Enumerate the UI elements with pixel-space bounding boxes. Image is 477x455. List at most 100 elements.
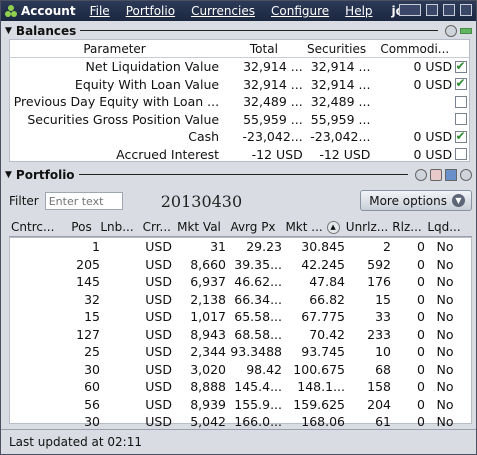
table-row[interactable]: 25 USD 2,344 93.3488 93.745 10 0 No bbox=[10, 343, 471, 361]
checkbox[interactable] bbox=[454, 95, 467, 108]
cell-liquidate: No bbox=[436, 414, 454, 430]
portfolio-header[interactable]: ▼ Portfolio bbox=[5, 166, 472, 183]
cell-securities: -23,042... bbox=[310, 129, 371, 145]
filter-input[interactable] bbox=[44, 192, 123, 210]
filter-row: Filter 20130430 More options ▼ bbox=[9, 190, 472, 212]
menu-currencies[interactable]: Currencies bbox=[191, 4, 255, 18]
menu-help[interactable]: Help bbox=[345, 4, 372, 18]
cell-average-price: 155.9... bbox=[234, 396, 282, 412]
help-icon[interactable] bbox=[445, 24, 457, 37]
account-window: Account File Portfolio Currencies Config… bbox=[0, 0, 477, 455]
tools-icon[interactable] bbox=[430, 168, 442, 181]
table-row[interactable]: 205 USD 8,660 39.35... 42.245 592 0 No bbox=[10, 256, 471, 274]
cell-total: 32,914 ... bbox=[243, 76, 303, 92]
cell-realized: 0 bbox=[417, 309, 425, 325]
table-row[interactable]: 1 USD 31 29.23 30.845 2 0 No bbox=[10, 238, 471, 256]
col-market-value[interactable]: Mkt Val bbox=[173, 220, 225, 234]
menu-file[interactable]: File bbox=[90, 4, 110, 18]
cell-market-price: 148.1... bbox=[297, 379, 345, 395]
col-market-price-label: Mkt ... bbox=[285, 219, 323, 234]
cell-liquidate: No bbox=[436, 344, 454, 360]
cell-average-price: 39.35... bbox=[234, 256, 282, 272]
cell-unrealized: 158 bbox=[367, 379, 391, 395]
minimize-icon[interactable] bbox=[426, 4, 438, 16]
window-icon[interactable] bbox=[445, 168, 457, 181]
refresh-icon[interactable] bbox=[415, 168, 427, 181]
table-row[interactable]: 30 USD 5,042 166.0... 168.06 61 0 No bbox=[10, 413, 471, 431]
col-unrealized[interactable]: Unrlz... bbox=[344, 220, 390, 234]
cell-commodities: 0 USD bbox=[413, 129, 453, 145]
table-row[interactable]: 60 USD 8,888 145.4... 148.1... 158 0 No bbox=[10, 378, 471, 396]
table-row[interactable]: 127 USD 8,943 68.58... 70.42 233 0 No bbox=[10, 326, 471, 344]
more-options-button[interactable]: More options ▼ bbox=[360, 190, 472, 211]
table-row[interactable]: 32 USD 2,138 66.34... 66.82 15 0 No bbox=[10, 291, 471, 309]
menu-portfolio[interactable]: Portfolio bbox=[126, 4, 175, 18]
close-icon[interactable] bbox=[460, 4, 472, 16]
col-market-price[interactable]: Mkt ... ▲ bbox=[281, 220, 344, 234]
cell-liquidate: No bbox=[436, 291, 454, 307]
cell-securities: 32,914 ... bbox=[310, 76, 371, 92]
cell-average-price: 145.4... bbox=[234, 379, 282, 395]
cell-realized: 0 bbox=[417, 361, 425, 377]
checkbox[interactable] bbox=[454, 113, 467, 126]
table-row[interactable]: 145 USD 6,937 46.62... 47.84 176 0 No bbox=[10, 273, 471, 291]
table-row[interactable]: Net Liquidation Value 32,914 ... 32,914 ..… bbox=[10, 58, 469, 76]
col-position[interactable]: Pos bbox=[64, 220, 99, 234]
table-row[interactable]: Previous Day Equity with Loan ... 32,489 … bbox=[10, 93, 469, 111]
cell-commodities: 0 USD bbox=[413, 59, 453, 75]
cell-realized: 0 bbox=[417, 396, 425, 412]
col-commodities[interactable]: Commodi... bbox=[374, 42, 469, 56]
table-row[interactable]: 56 USD 8,939 155.9... 159.625 204 0 No bbox=[10, 396, 471, 414]
table-row[interactable]: Accrued Interest -12 USD -12 USD 0 USD bbox=[10, 146, 469, 164]
cell-market-value: 6,937 bbox=[190, 274, 226, 290]
col-average-price[interactable]: Avrg Px bbox=[225, 220, 281, 234]
cell-total: -23,042... bbox=[242, 129, 303, 145]
chart-toggle-cell bbox=[452, 113, 469, 126]
cell-market-value: 8,660 bbox=[190, 256, 226, 272]
flag-icon[interactable] bbox=[399, 4, 421, 16]
table-row[interactable]: Equity With Loan Value 32,914 ... 32,914 .… bbox=[10, 76, 469, 94]
col-currency[interactable]: Crr... bbox=[135, 220, 173, 234]
collapse-caret-icon[interactable]: ▼ bbox=[5, 170, 12, 180]
cell-average-price: 65.58... bbox=[234, 309, 282, 325]
title-bar: Account File Portfolio Currencies Config… bbox=[1, 1, 476, 21]
cell-realized: 0 bbox=[417, 291, 425, 307]
cell-position: 60 bbox=[84, 379, 100, 395]
chart-toggle-cell bbox=[452, 129, 469, 143]
section-divider bbox=[80, 30, 438, 31]
chart-toggle-cell bbox=[452, 59, 469, 73]
col-liquidate[interactable]: Lqd... bbox=[424, 220, 464, 234]
col-lnb[interactable]: Lnb... bbox=[99, 220, 135, 234]
table-row[interactable]: 30 USD 3,020 98.42 100.675 68 0 No bbox=[10, 361, 471, 379]
maximize-icon[interactable] bbox=[443, 4, 455, 16]
collapse-caret-icon[interactable]: ▼ bbox=[5, 26, 12, 36]
checkbox[interactable] bbox=[454, 59, 467, 73]
configure-icon[interactable] bbox=[460, 27, 472, 34]
cell-currency: USD bbox=[145, 326, 172, 342]
cell-position: 32 bbox=[84, 291, 100, 307]
cell-currency: USD bbox=[145, 239, 172, 255]
checkbox[interactable] bbox=[454, 76, 467, 91]
cell-unrealized: 592 bbox=[367, 256, 391, 272]
col-contract[interactable]: Cntrc... bbox=[9, 220, 64, 234]
section-divider bbox=[78, 174, 408, 175]
col-parameter[interactable]: Parameter bbox=[10, 42, 225, 56]
sort-icon[interactable]: ▲ bbox=[326, 220, 340, 234]
portfolio-header-row: Cntrc... Pos Lnb... Crr... Mkt Val Avrg … bbox=[9, 217, 472, 237]
balances-table: Parameter Total Securities Commodi... Ne… bbox=[9, 39, 470, 162]
col-total[interactable]: Total bbox=[225, 42, 303, 56]
cell-market-value: 8,943 bbox=[190, 326, 226, 342]
checkbox[interactable] bbox=[454, 148, 467, 161]
table-row[interactable]: Cash -23,042... -23,042... 0 USD bbox=[10, 128, 469, 146]
table-row[interactable]: 15 USD 1,017 65.58... 67.775 33 0 No bbox=[10, 308, 471, 326]
cell-currency: USD bbox=[145, 396, 172, 412]
menu-configure[interactable]: Configure bbox=[271, 4, 329, 18]
help-icon[interactable] bbox=[460, 168, 472, 181]
col-securities[interactable]: Securities bbox=[303, 42, 375, 56]
table-row[interactable]: Securities Gross Position Value 55,959 ..… bbox=[10, 111, 469, 129]
cell-total: -12 USD bbox=[251, 146, 303, 162]
balances-header[interactable]: ▼ Balances bbox=[5, 22, 472, 39]
checkbox[interactable] bbox=[454, 129, 467, 143]
col-realized[interactable]: Rlz... bbox=[390, 220, 424, 234]
cell-average-price: 98.42 bbox=[246, 361, 282, 377]
